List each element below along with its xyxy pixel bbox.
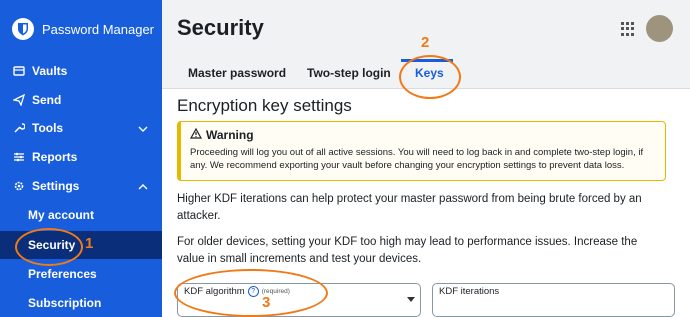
page-title: Security [177, 15, 264, 40]
nav-tools[interactable]: Tools [0, 114, 162, 142]
app-grid-icon[interactable] [621, 22, 635, 36]
nav-label: Reports [32, 150, 78, 164]
vault-icon [12, 64, 26, 78]
kdf-paragraph-2: For older devices, setting your KDF too … [177, 236, 638, 265]
kdf-iterations-label: KDF iterations [439, 286, 499, 297]
app-name: Password Manager [42, 21, 154, 37]
nav-reports[interactable]: Reports [0, 143, 162, 171]
nav-vaults[interactable]: Vaults [0, 57, 162, 85]
send-icon [12, 93, 26, 107]
warning-icon [189, 127, 203, 142]
annotation-number-1: 1 [85, 235, 94, 252]
warning-title: Warning [206, 128, 254, 142]
warning-callout: Warning Proceeding will log you out of a… [177, 121, 666, 181]
wrench-icon [12, 121, 26, 135]
nav-label: Settings [32, 179, 80, 193]
annotation-number-3: 3 [262, 294, 271, 311]
kdf-paragraph-1: Higher KDF iterations can help protect y… [177, 193, 642, 222]
nav-subscription[interactable]: Subscription [0, 289, 162, 317]
tab-two-step-login[interactable]: Two-step login [307, 66, 391, 80]
chevron-up-icon [138, 179, 148, 193]
nav-preferences[interactable]: Preferences [0, 260, 162, 288]
gear-icon [12, 179, 26, 193]
nav-label: Vaults [32, 64, 68, 78]
section-title: Encryption key settings [177, 96, 352, 115]
annotation-oval-keys [399, 55, 461, 99]
warning-body: Proceeding will log you out of all activ… [190, 147, 644, 171]
nav-send[interactable]: Send [0, 86, 162, 114]
brand[interactable]: Password Manager [12, 18, 154, 40]
nav-label: Tools [32, 121, 64, 135]
sidebar: Password Manager Vaults Send Tools Repor… [0, 0, 162, 317]
kdf-iterations-label-text: KDF iterations [439, 286, 500, 297]
annotation-oval-security [15, 228, 83, 266]
tab-master-password[interactable]: Master password [188, 66, 286, 80]
chevron-down-icon [138, 121, 148, 135]
warning-heading: Warning [189, 127, 254, 142]
shield-logo-icon [12, 18, 34, 40]
avatar[interactable] [646, 15, 673, 42]
nav-label: Send [32, 93, 62, 107]
annotation-oval-kdf-algorithm [174, 269, 328, 317]
dropdown-caret-icon [407, 297, 415, 302]
annotation-number-2: 2 [421, 34, 430, 51]
nav-settings[interactable]: Settings [0, 172, 162, 200]
sliders-icon [12, 150, 26, 164]
kdf-iterations-input[interactable]: KDF iterations [432, 283, 675, 317]
nav-my-account[interactable]: My account [0, 201, 162, 229]
